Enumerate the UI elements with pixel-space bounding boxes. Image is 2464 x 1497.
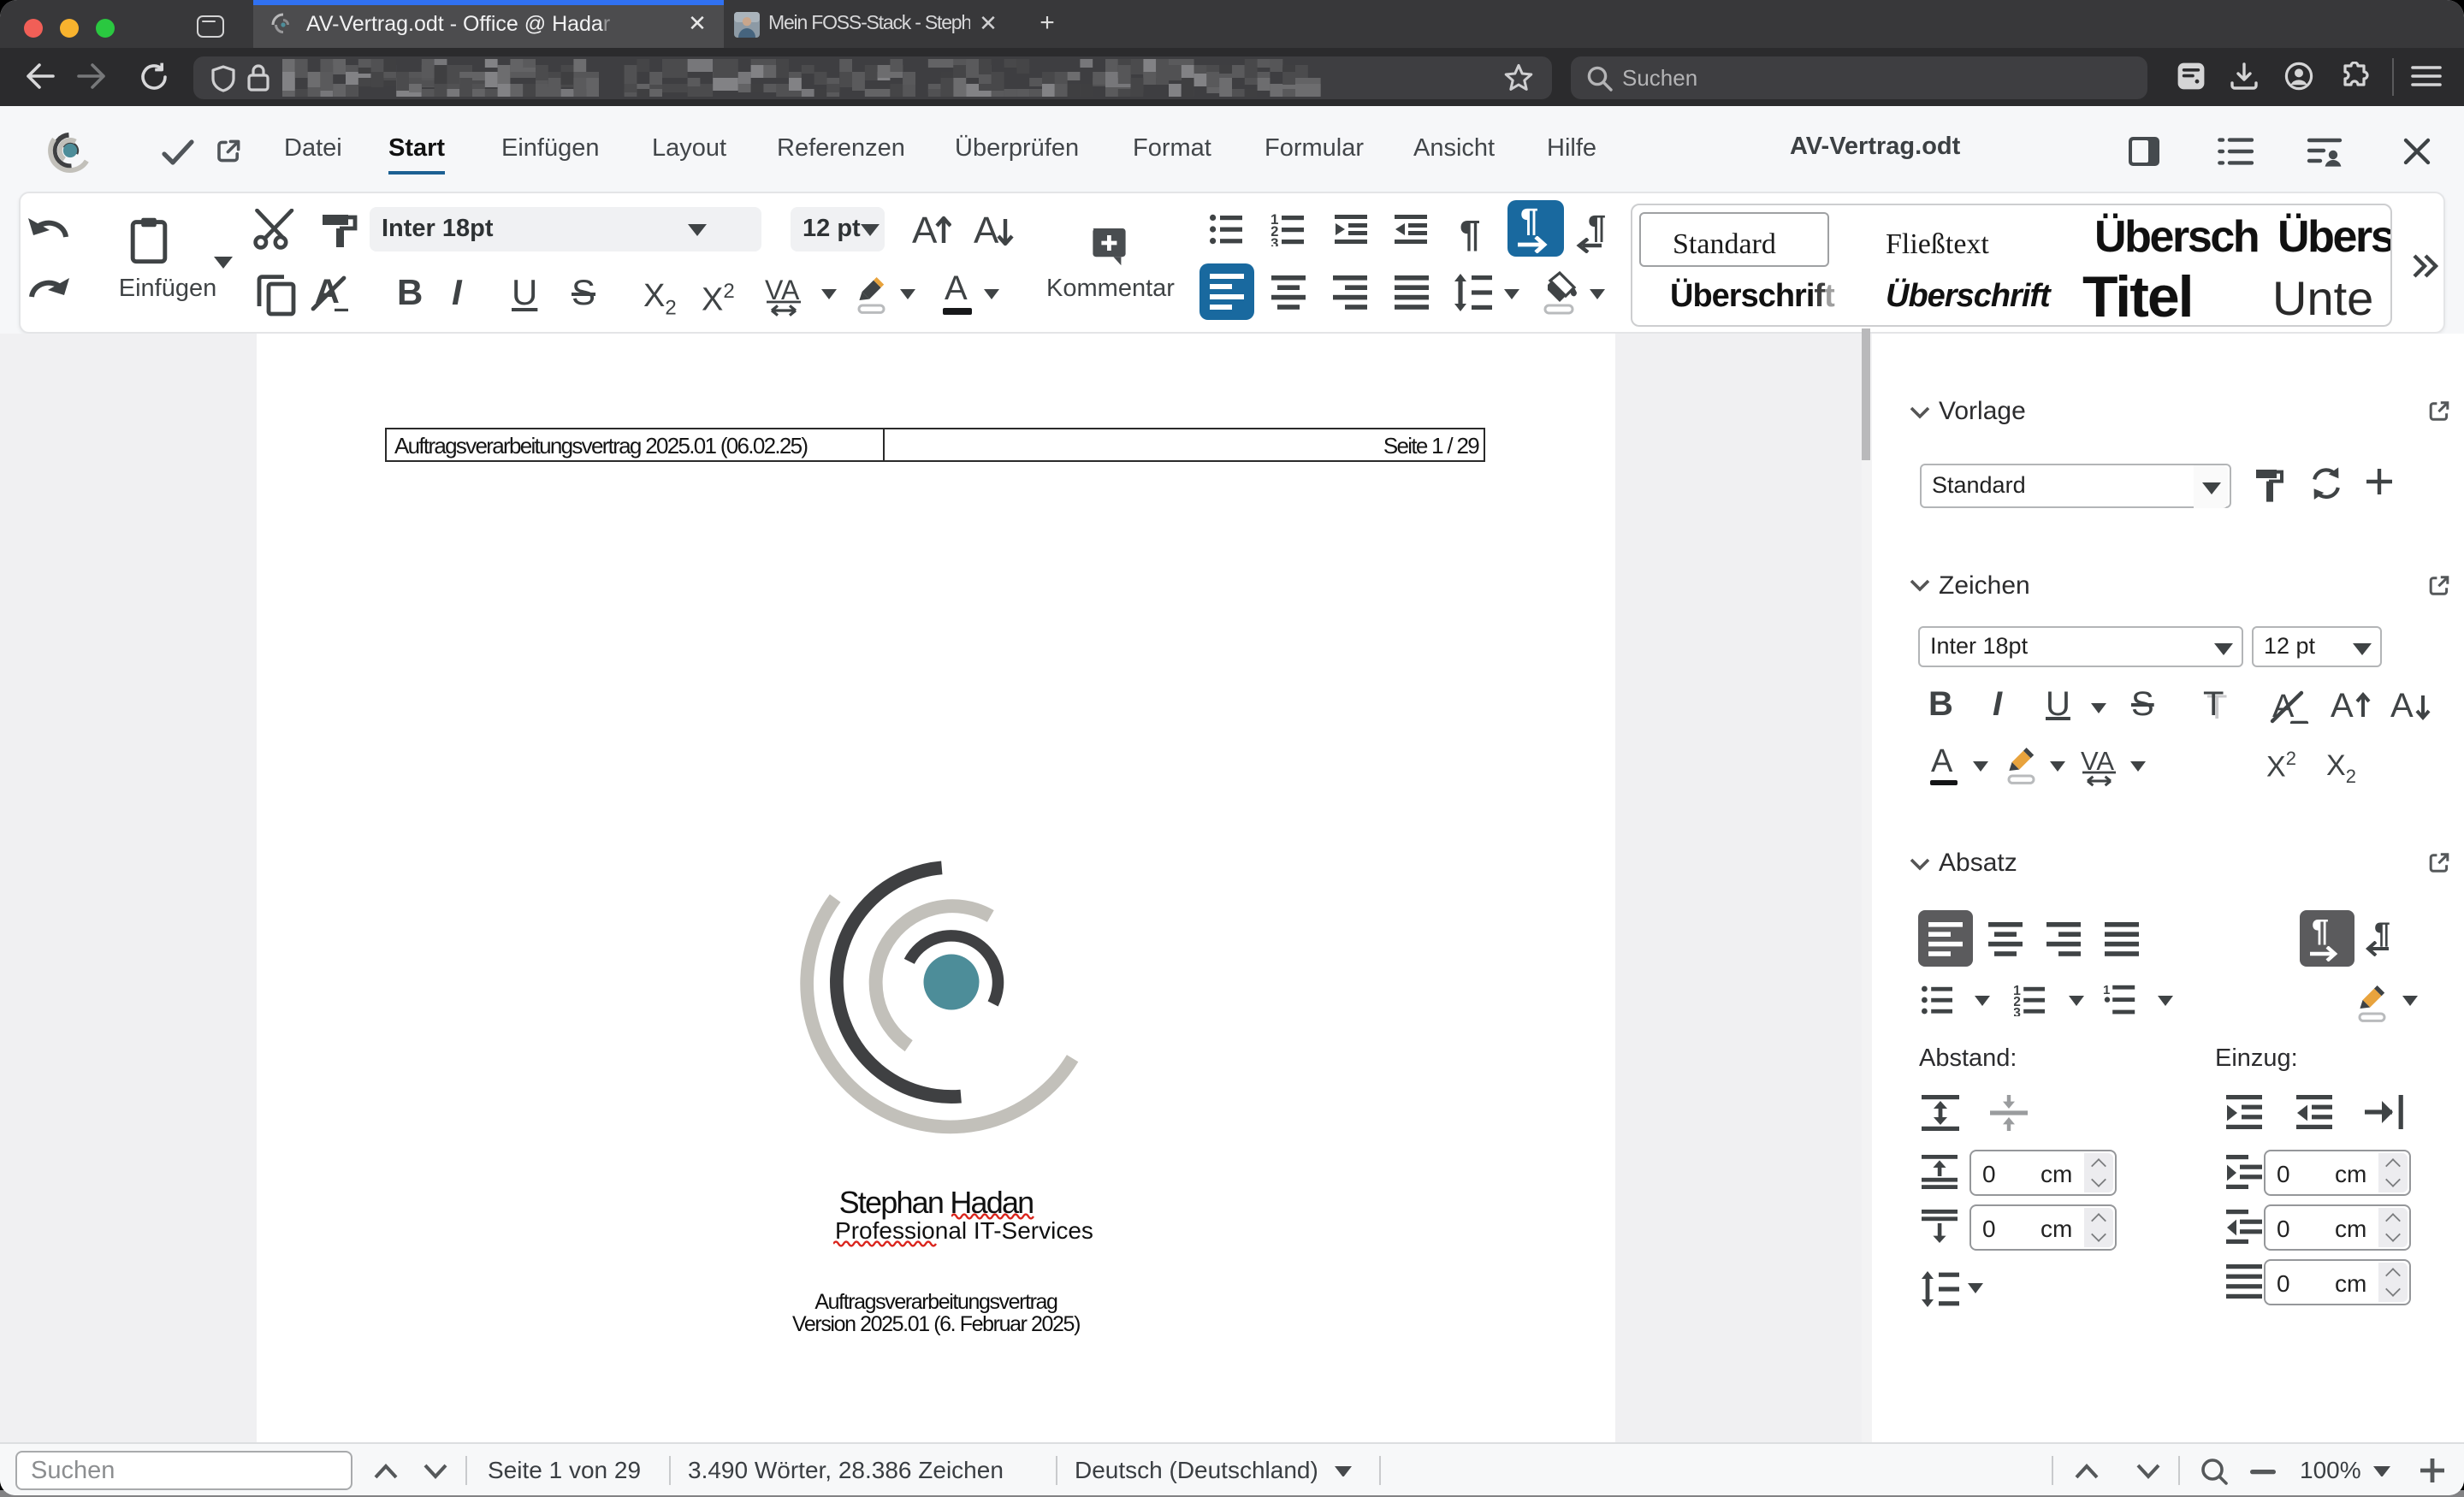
svg-text:A: A <box>973 209 998 249</box>
svg-text:3: 3 <box>2013 1006 2020 1016</box>
svg-text:1: 1 <box>2103 984 2110 997</box>
svg-text:A: A <box>2330 686 2353 723</box>
svg-text:A: A <box>912 209 938 249</box>
svg-text:A: A <box>2390 686 2413 723</box>
svg-text:3: 3 <box>1270 234 1277 246</box>
